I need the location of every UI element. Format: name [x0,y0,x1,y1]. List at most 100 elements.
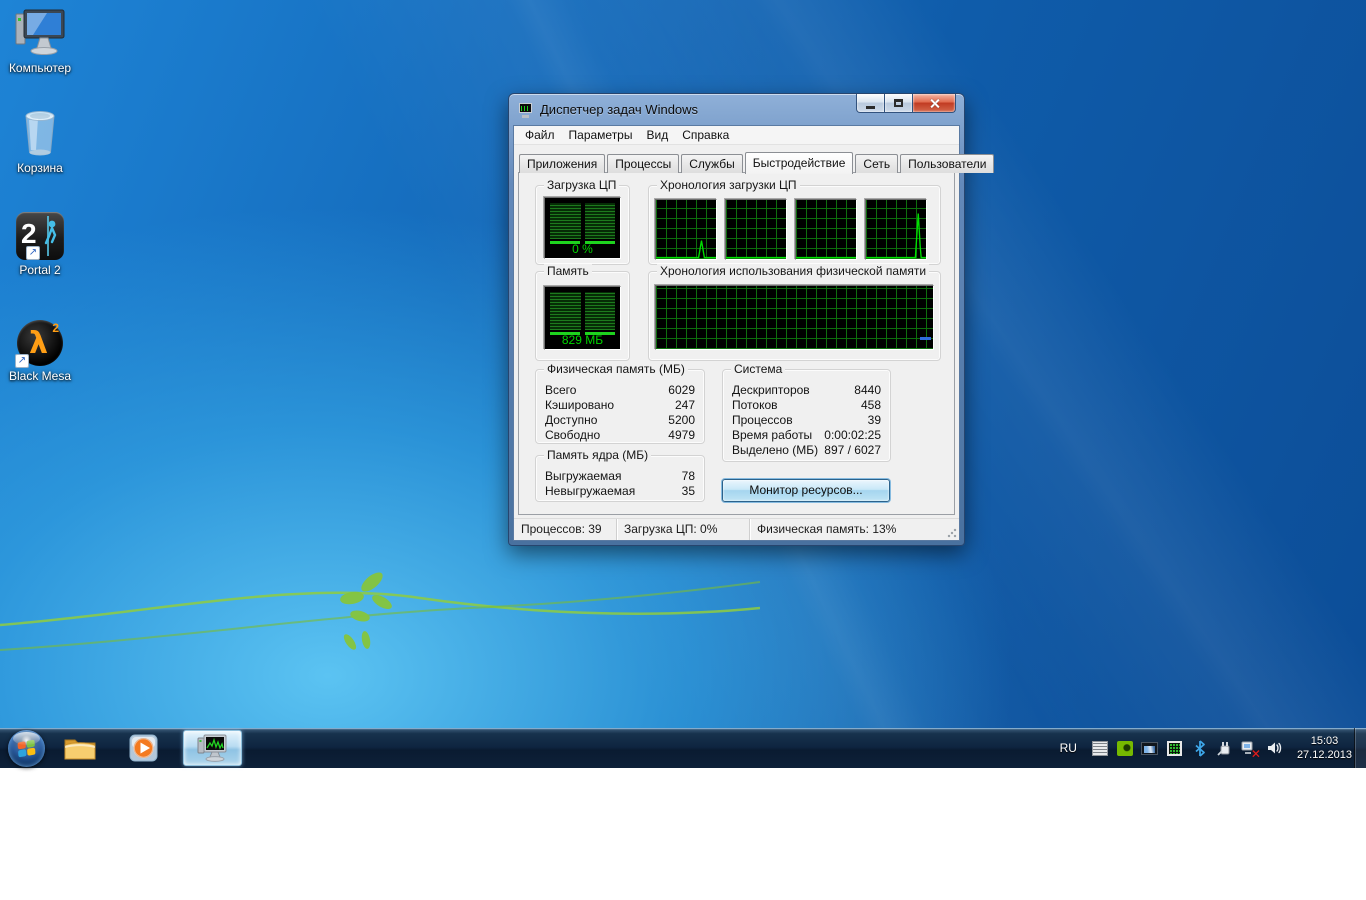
stat-row: Процессов39 [732,413,881,428]
stat-row: Свободно4979 [545,428,695,443]
task-manager-icon [196,733,230,763]
close-button[interactable] [912,94,956,113]
show-desktop-button[interactable] [1354,728,1366,768]
task-manager-app-icon [518,102,534,118]
resource-monitor-button[interactable]: Монитор ресурсов... [722,479,890,502]
computer-icon [13,8,67,58]
shortcut-arrow-icon: ↗ [26,246,40,260]
tab-strip: Приложения Процессы Службы Быстродействи… [519,152,996,173]
cpu-usage-group-label: Загрузка ЦП [544,178,619,192]
desktop-icon-recycle-bin[interactable]: Корзина [2,106,78,175]
tab-performance[interactable]: Быстродействие [745,152,854,174]
taskbar-media-player-button[interactable] [122,731,166,765]
desktop-icon-label: Компьютер [2,62,78,75]
kernel-memory-group: Память ядра (МБ) Выгружаемая78 Невыгружа… [535,455,705,502]
taskbar: RU ✕ [0,728,1366,768]
stat-row: Невыгружаемая35 [545,484,695,499]
status-bar: Процессов: 39 Загрузка ЦП: 0% Физическая… [514,518,959,540]
keyboard-layout-icon[interactable] [1091,739,1109,757]
tab-network[interactable]: Сеть [855,154,898,173]
cpu-history-graph-core3 [795,199,857,260]
maximize-icon [894,99,903,107]
explorer-folder-icon [63,734,97,762]
led-grid-icon[interactable] [1166,739,1184,757]
memory-gauge-group: Память 829 МБ [535,271,630,361]
tab-services[interactable]: Службы [681,154,742,173]
taskbar-task-manager-button[interactable] [183,730,242,766]
task-manager-window: Диспетчер задач Windows Файл Параметры В… [508,93,965,546]
status-memory: Физическая память: 13% [750,519,959,540]
performance-tab-page: Загрузка ЦП 0 % Хронология загрузки ЦП [518,172,955,515]
blackmesa-icon: λ 2 ↗ [17,320,63,366]
start-button[interactable] [8,730,45,767]
volume-icon[interactable] [1266,739,1284,757]
network-disconnected-icon[interactable]: ✕ [1241,739,1259,757]
status-cpu: Загрузка ЦП: 0% [617,519,750,540]
recycle-bin-icon [16,106,64,158]
memory-usage-line [920,337,931,340]
stat-row: Потоков458 [732,398,881,413]
kernel-memory-group-label: Память ядра (МБ) [544,448,651,462]
stat-row: Доступно5200 [545,413,695,428]
status-processes: Процессов: 39 [514,519,617,540]
tray-clock[interactable]: 15:03 27.12.2013 [1297,734,1352,762]
window-body: Файл Параметры Вид Справка Приложения Пр… [513,125,960,541]
memory-value: 829 МБ [545,333,620,347]
desktop-icon-label: Корзина [2,162,78,175]
memory-history-group: Хронология использования физической памя… [648,271,941,361]
window-titlebar[interactable]: Диспетчер задач Windows [509,94,964,125]
nvidia-settings-icon[interactable] [1116,739,1134,757]
tab-applications[interactable]: Приложения [519,154,605,173]
cpu-usage-group: Загрузка ЦП 0 % [535,185,630,265]
physical-memory-group: Физическая память (МБ) Всего6029 Кэширов… [535,369,705,444]
cpu-history-group-label: Хронология загрузки ЦП [657,178,800,192]
cpu-usage-gauge: 0 % [544,197,621,259]
portal2-figure [42,220,62,246]
shortcut-arrow-icon: ↗ [15,354,29,368]
desktop-icon-computer[interactable]: Компьютер [2,6,78,75]
memory-group-label: Память [544,264,592,278]
language-indicator[interactable]: RU [1060,741,1077,755]
cpu-history-graph-core1 [655,199,717,260]
tab-processes[interactable]: Процессы [607,154,679,173]
portal2-icon: 2 ↗ [16,212,64,260]
menu-view[interactable]: Вид [639,126,675,144]
resize-grip[interactable] [947,528,957,538]
stat-row: Дескрипторов8440 [732,383,881,398]
system-group-label: Система [731,362,785,376]
desktop-icon-portal2[interactable]: 2 ↗ Portal 2 [2,208,78,277]
stat-row: Кэшировано247 [545,398,695,413]
memory-gauge: 829 МБ [544,286,621,350]
stat-row: Выделено (МБ)897 / 6027 [732,443,881,458]
desktop-icon-blackmesa[interactable]: λ 2 ↗ Black Mesa [2,314,78,383]
tab-users[interactable]: Пользователи [900,154,994,173]
wallpaper-vine-decoration [0,520,760,730]
window-title: Диспетчер задач Windows [540,102,698,117]
cpu-usage-value: 0 % [545,242,620,256]
menu-options[interactable]: Параметры [562,126,640,144]
tray-date: 27.12.2013 [1297,748,1352,762]
media-player-icon [128,732,160,764]
maximize-button[interactable] [885,94,912,113]
physical-memory-group-label: Физическая память (МБ) [544,362,688,376]
menu-bar: Файл Параметры Вид Справка [514,126,959,145]
taskbar-explorer-button[interactable] [58,731,102,765]
stat-row: Выгружаемая78 [545,469,695,484]
cpu-history-graph-core4 [865,199,927,260]
cpu-history-group: Хронология загрузки ЦП [648,185,941,265]
safely-remove-hardware-icon[interactable] [1216,739,1234,757]
menu-file[interactable]: Файл [518,126,562,144]
memory-history-group-label: Хронология использования физической памя… [657,264,929,278]
minimize-icon [866,106,875,109]
display-activity-icon[interactable] [1141,739,1159,757]
system-tray: RU ✕ [1060,728,1352,768]
cpu-history-graph-core2 [725,199,787,260]
menu-help[interactable]: Справка [675,126,736,144]
close-icon [929,98,940,109]
bluetooth-icon[interactable] [1191,739,1209,757]
stat-row: Время работы0:00:02:25 [732,428,881,443]
tray-time: 15:03 [1297,734,1352,748]
memory-history-graph [655,285,934,350]
minimize-button[interactable] [856,94,885,113]
desktop-icon-label: Portal 2 [2,264,78,277]
